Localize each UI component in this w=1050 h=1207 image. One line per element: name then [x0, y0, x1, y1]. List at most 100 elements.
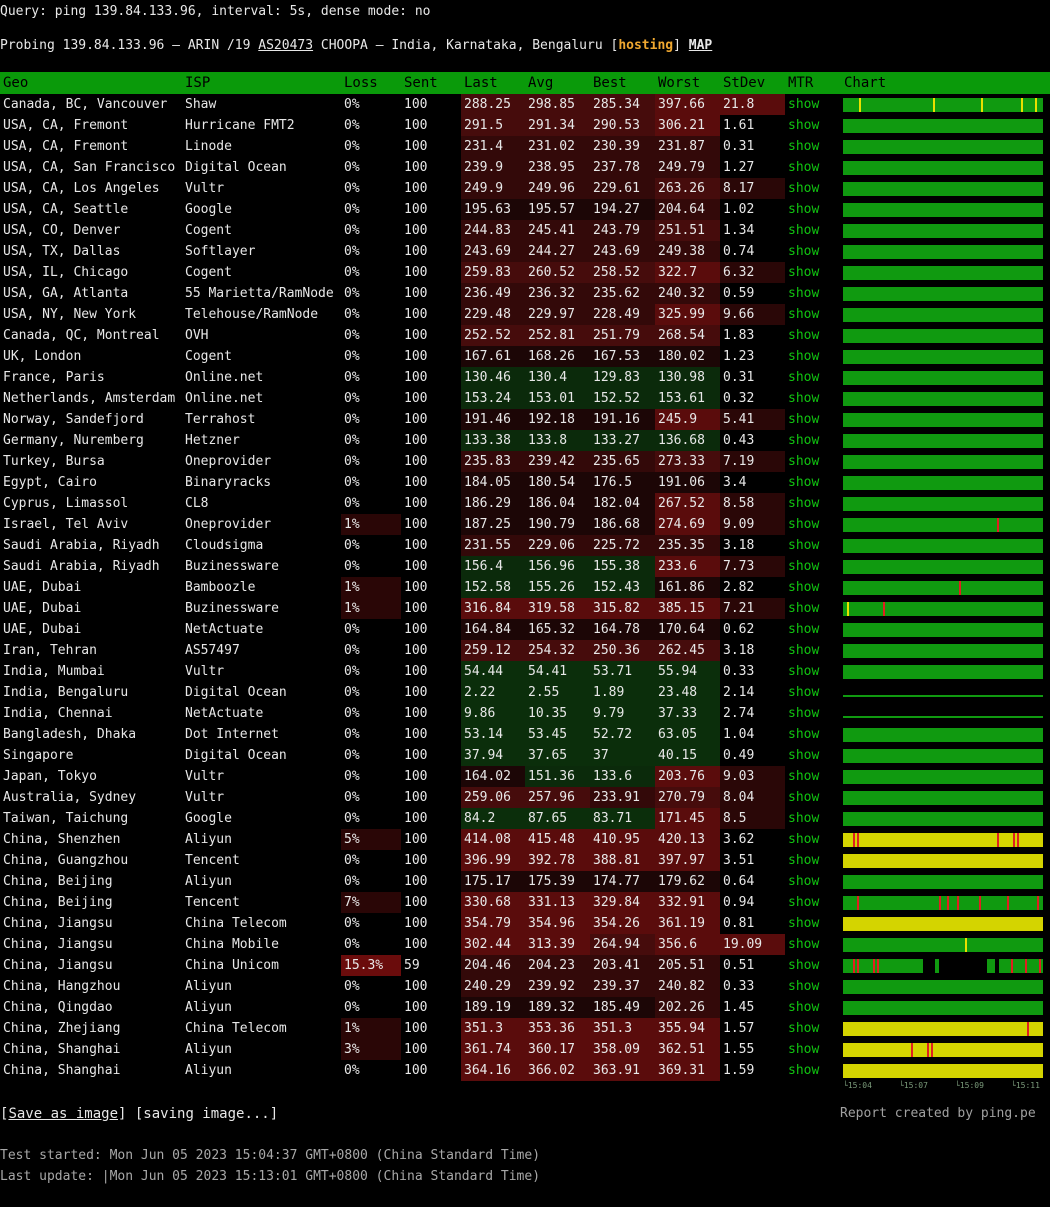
cell-geo: USA, TX, Dallas: [3, 244, 121, 259]
mtr-show-link[interactable]: show: [788, 643, 819, 658]
mtr-show-link[interactable]: show: [788, 412, 819, 427]
cell-avg: 156.96: [525, 556, 590, 577]
mtr-show-link[interactable]: show: [788, 811, 819, 826]
mtr-show-link[interactable]: show: [788, 916, 819, 931]
cell-loss: 0%: [344, 538, 360, 553]
latency-chart-bar: [843, 874, 1043, 889]
mtr-show-link[interactable]: show: [788, 97, 819, 112]
cell-loss: 1%: [341, 1018, 401, 1039]
mtr-cell: show: [785, 451, 841, 472]
cell-last: 235.83: [461, 451, 525, 472]
mtr-show-link[interactable]: show: [788, 748, 819, 763]
cell-best: 152.43: [590, 577, 655, 598]
cell-stdev: 1.59: [723, 1063, 755, 1078]
mtr-show-link[interactable]: show: [788, 685, 819, 700]
mtr-show-link[interactable]: show: [788, 244, 819, 259]
cell-loss: 0%: [344, 706, 360, 721]
cell-worst: 180.02: [655, 346, 720, 367]
cell-best: 258.52: [590, 262, 655, 283]
mtr-show-link[interactable]: show: [788, 223, 819, 238]
col-header-stdev: StDev: [720, 72, 785, 94]
mtr-cell: show: [785, 955, 841, 976]
latency-chart-bar: [843, 328, 1043, 343]
cell-last: 195.63: [461, 199, 525, 220]
chart-cell: [841, 136, 1050, 157]
mtr-show-link[interactable]: show: [788, 433, 819, 448]
chart-cell: [841, 304, 1050, 325]
mtr-show-link[interactable]: show: [788, 286, 819, 301]
cell-worst: 273.33: [655, 451, 720, 472]
mtr-show-link[interactable]: show: [788, 349, 819, 364]
mtr-show-link[interactable]: show: [788, 580, 819, 595]
table-row: Taiwan, Taichung Google 0% 100 84.2 87.65 83.7…: [0, 808, 1050, 829]
cell-avg: 354.96: [525, 913, 590, 934]
mtr-show-link[interactable]: show: [788, 139, 819, 154]
mtr-show-link[interactable]: show: [788, 370, 819, 385]
mtr-show-link[interactable]: show: [788, 475, 819, 490]
mtr-show-link[interactable]: show: [788, 790, 819, 805]
table-row: UK, London Cogent 0% 100 167.61 168.26 167.53 1…: [0, 346, 1050, 367]
cell-loss: 0%: [344, 853, 360, 868]
mtr-show-link[interactable]: show: [788, 853, 819, 868]
mtr-show-link[interactable]: show: [788, 160, 819, 175]
mtr-show-link[interactable]: show: [788, 328, 819, 343]
cell-stdev: 1.27: [723, 160, 755, 175]
mtr-show-link[interactable]: show: [788, 706, 819, 721]
mtr-show-link[interactable]: show: [788, 1042, 819, 1057]
cell-geo: Saudi Arabia, Riyadh: [3, 559, 160, 574]
cell-loss: 0%: [344, 622, 360, 637]
save-as-image-link[interactable]: Save as image: [8, 1106, 118, 1122]
cell-isp: Google: [185, 811, 232, 826]
map-link[interactable]: MAP: [689, 38, 712, 53]
cell-best: 354.26: [590, 913, 655, 934]
cell-worst: 130.98: [655, 367, 720, 388]
mtr-show-link[interactable]: show: [788, 181, 819, 196]
mtr-show-link[interactable]: show: [788, 832, 819, 847]
mtr-show-link[interactable]: show: [788, 895, 819, 910]
cell-avg: 392.78: [525, 850, 590, 871]
cell-geo: China, Beijing: [3, 895, 113, 910]
mtr-show-link[interactable]: show: [788, 601, 819, 616]
mtr-show-link[interactable]: show: [788, 391, 819, 406]
mtr-show-link[interactable]: show: [788, 937, 819, 952]
cell-worst: 270.79: [655, 787, 720, 808]
mtr-cell: show: [785, 598, 841, 619]
table-row: USA, CA, Fremont Linode 0% 100 231.4 231.02 23…: [0, 136, 1050, 157]
cell-loss: 0%: [344, 811, 360, 826]
mtr-show-link[interactable]: show: [788, 118, 819, 133]
cell-last: 316.84: [461, 598, 525, 619]
mtr-show-link[interactable]: show: [788, 454, 819, 469]
cell-geo: USA, CO, Denver: [3, 223, 121, 238]
mtr-show-link[interactable]: show: [788, 1021, 819, 1036]
cell-sent: 100: [404, 874, 428, 889]
cell-worst: 262.45: [655, 640, 720, 661]
mtr-show-link[interactable]: show: [788, 265, 819, 280]
cell-loss: 0%: [344, 685, 360, 700]
mtr-show-link[interactable]: show: [788, 538, 819, 553]
cell-sent: 100: [404, 1063, 428, 1078]
mtr-show-link[interactable]: show: [788, 769, 819, 784]
mtr-show-link[interactable]: show: [788, 1000, 819, 1015]
mtr-show-link[interactable]: show: [788, 622, 819, 637]
mtr-show-link[interactable]: show: [788, 307, 819, 322]
mtr-show-link[interactable]: show: [788, 664, 819, 679]
mtr-cell: show: [785, 829, 841, 850]
chart-loss-mark: [857, 832, 859, 847]
mtr-show-link[interactable]: show: [788, 979, 819, 994]
cell-isp: Cogent: [185, 223, 232, 238]
mtr-show-link[interactable]: show: [788, 202, 819, 217]
mtr-show-link[interactable]: show: [788, 517, 819, 532]
cell-worst: 355.94: [655, 1018, 720, 1039]
mtr-cell: show: [785, 157, 841, 178]
mtr-show-link[interactable]: show: [788, 874, 819, 889]
mtr-show-link[interactable]: show: [788, 1063, 819, 1078]
mtr-cell: show: [785, 745, 841, 766]
mtr-show-link[interactable]: show: [788, 727, 819, 742]
asn-link[interactable]: AS20473: [258, 38, 313, 53]
cell-best: 191.16: [590, 409, 655, 430]
mtr-show-link[interactable]: show: [788, 559, 819, 574]
cell-geo: Iran, Tehran: [3, 643, 97, 658]
latency-chart-bar: [843, 895, 1043, 910]
mtr-show-link[interactable]: show: [788, 958, 819, 973]
mtr-show-link[interactable]: show: [788, 496, 819, 511]
